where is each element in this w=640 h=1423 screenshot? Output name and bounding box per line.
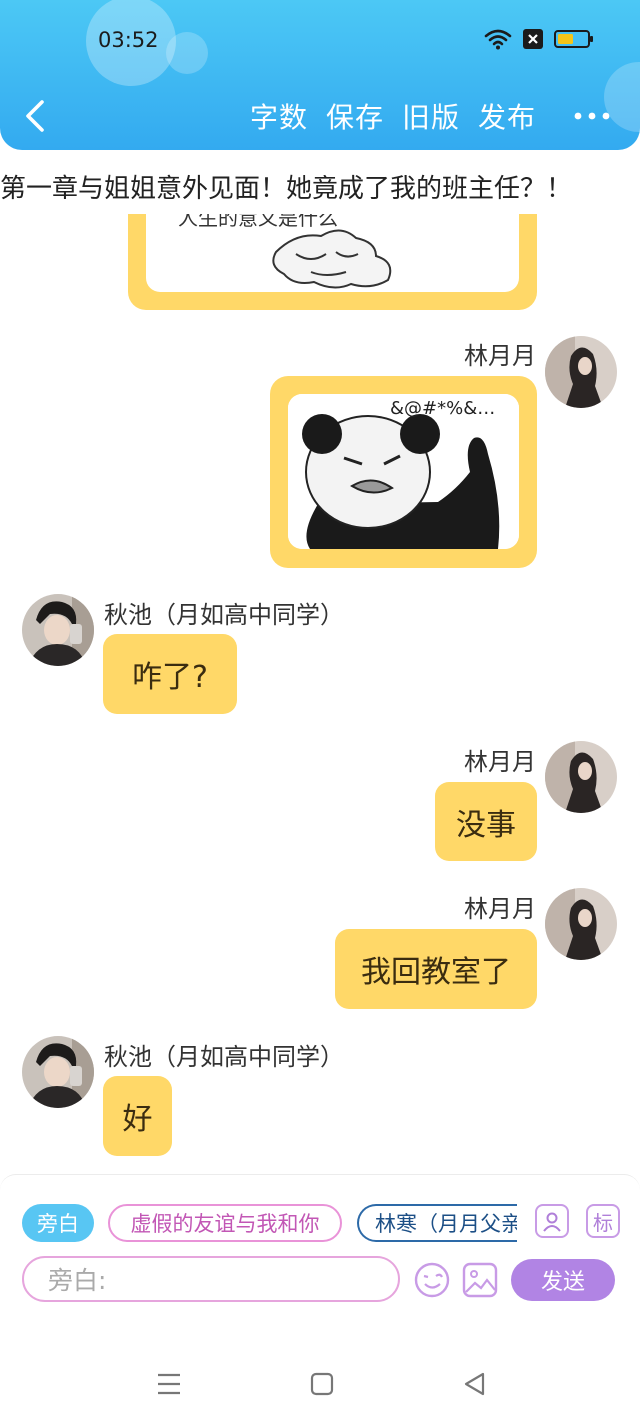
- sender-name: 林月月: [464, 895, 536, 923]
- sender-name: 林月月: [464, 342, 536, 370]
- publish-button[interactable]: 发布: [478, 96, 536, 136]
- sender-name: 林月月: [464, 748, 536, 776]
- avatar[interactable]: [22, 594, 94, 666]
- sim-off-icon: [523, 29, 543, 49]
- old-version-button[interactable]: 旧版: [402, 96, 460, 136]
- avatar[interactable]: [545, 336, 617, 408]
- sender-name: 秋池（月如高中同学）: [104, 1043, 344, 1071]
- avatar[interactable]: [22, 1036, 94, 1108]
- chat-bubble[interactable]: 我回教室了: [335, 929, 537, 1009]
- chat-bubble[interactable]: 好: [103, 1076, 172, 1156]
- image-message[interactable]: 人生的意义是什么: [128, 214, 537, 310]
- sticker-image: &@#*%&…: [288, 394, 519, 549]
- save-button[interactable]: 保存: [326, 96, 384, 136]
- battery-icon: [554, 30, 593, 48]
- label-tool-icon[interactable]: 标: [586, 1204, 620, 1238]
- more-options-icon[interactable]: [572, 102, 612, 130]
- send-button[interactable]: 发送: [511, 1259, 615, 1301]
- status-time: 03:52: [98, 28, 159, 52]
- avatar[interactable]: [545, 741, 617, 813]
- back-triangle-icon[interactable]: [463, 1372, 487, 1396]
- role-chip-narrator[interactable]: 旁白: [22, 1204, 94, 1242]
- emoji-icon[interactable]: [413, 1261, 451, 1299]
- home-icon[interactable]: [310, 1372, 334, 1396]
- role-chip[interactable]: 虚假的友谊与我和你: [108, 1204, 342, 1242]
- header-menu: 字数 保存 旧版 发布: [250, 96, 536, 136]
- chapter-title: 第一章与姐姐意外见面！她竟成了我的班主任？！: [0, 174, 573, 204]
- character-icon[interactable]: [535, 1204, 569, 1238]
- decorative-bubble: [166, 32, 208, 74]
- sender-name: 秋池（月如高中同学）: [104, 601, 344, 629]
- menu-icon[interactable]: [156, 1372, 182, 1396]
- top-header: 03:52 字数 保存 旧版 发布: [0, 0, 640, 150]
- sticker-caption: 人生的意义是什么: [178, 214, 338, 230]
- sticker-caption: &@#*%&…: [390, 398, 496, 419]
- chat-bubble[interactable]: 没事: [435, 782, 537, 861]
- avatar[interactable]: [545, 888, 617, 960]
- chat-bubble[interactable]: 咋了?: [103, 634, 237, 714]
- wifi-icon: [484, 29, 512, 50]
- image-message[interactable]: &@#*%&…: [270, 376, 537, 568]
- message-input[interactable]: 旁白:: [22, 1256, 400, 1302]
- back-arrow-icon[interactable]: [20, 96, 52, 136]
- chapter-title-bar: 第一章与姐姐意外见面！她竟成了我的班主任？！: [0, 168, 640, 212]
- word-count-button[interactable]: 字数: [250, 96, 308, 136]
- image-picker-icon[interactable]: [462, 1262, 498, 1298]
- role-chip[interactable]: 林寒（月月父亲: [357, 1204, 517, 1242]
- sticker-image: 人生的意义是什么: [146, 214, 519, 292]
- status-icons: [484, 28, 594, 50]
- system-nav-bar: [0, 1346, 640, 1423]
